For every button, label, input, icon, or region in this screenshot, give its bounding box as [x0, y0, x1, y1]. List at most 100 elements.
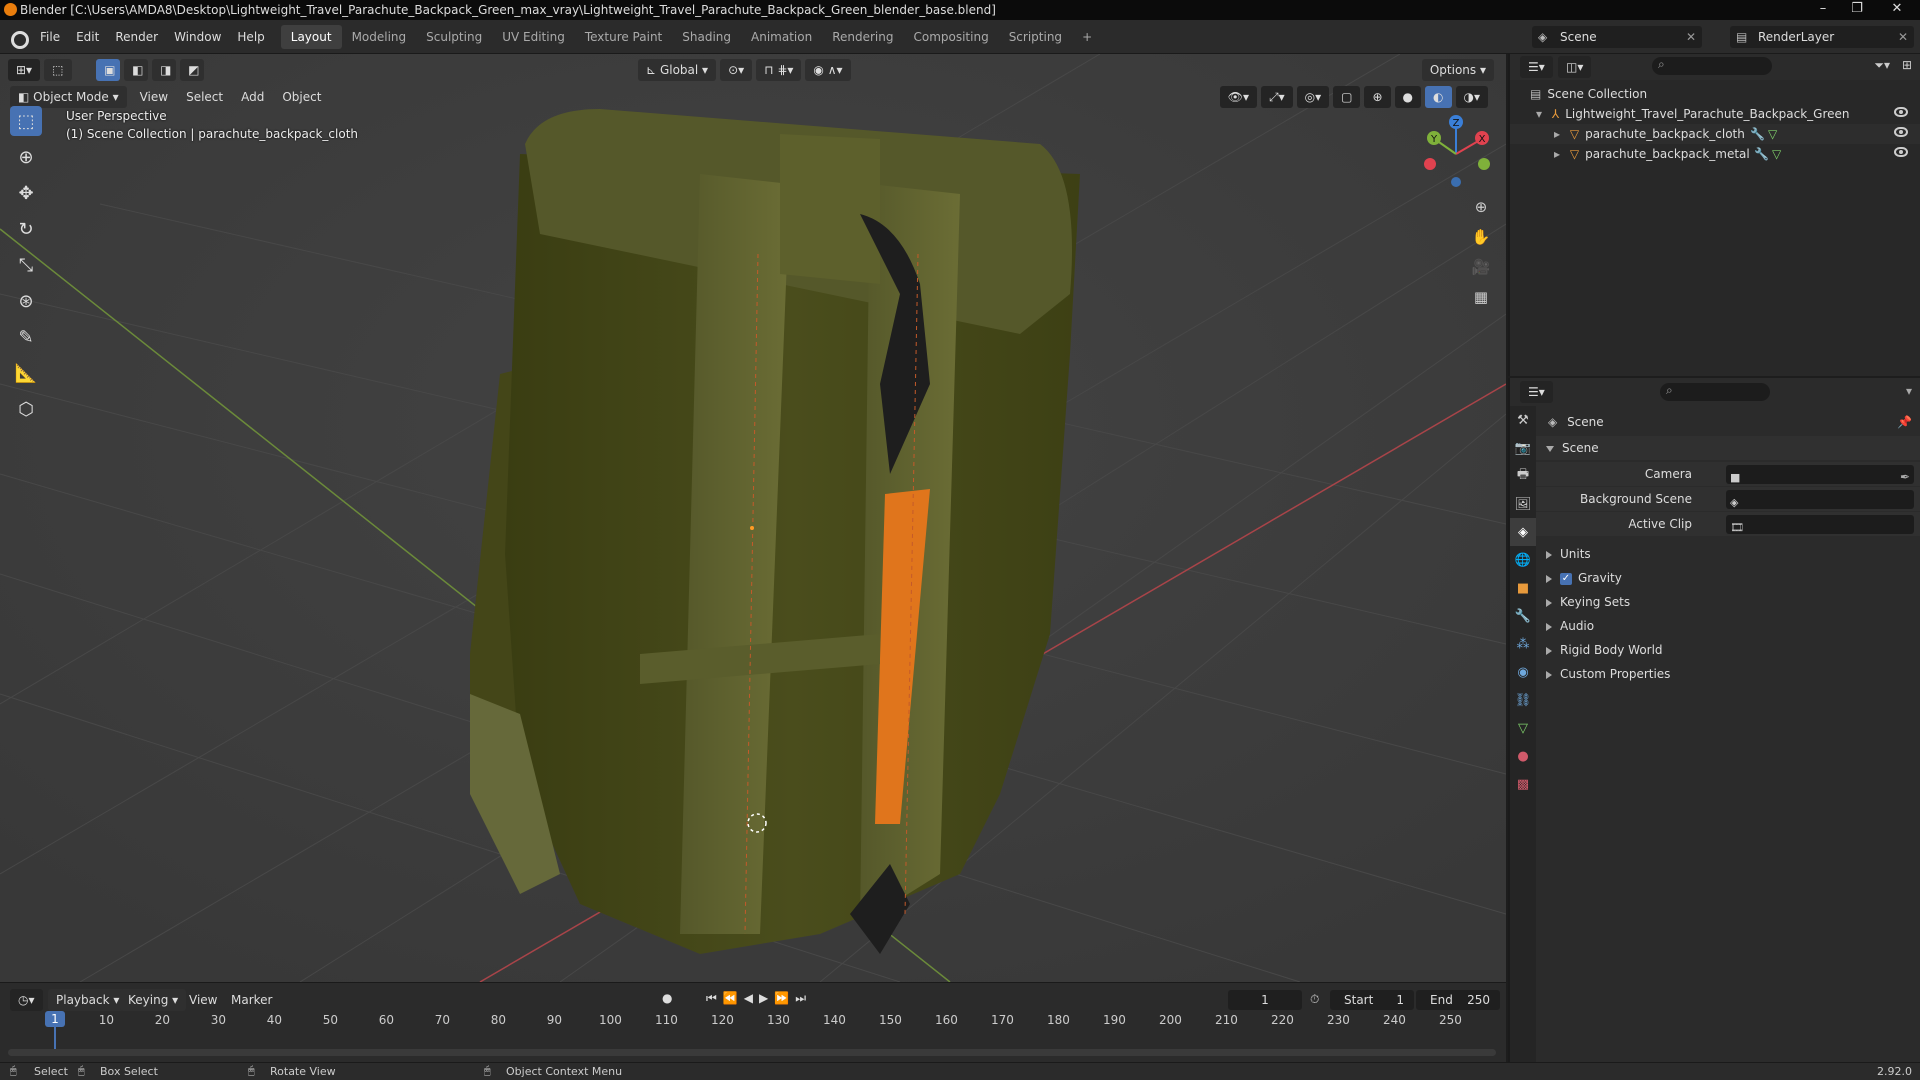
menu-window[interactable]: Window [166, 30, 229, 44]
gravity-panel-header[interactable]: ✓ Gravity [1536, 566, 1920, 590]
modifier-icon[interactable]: 🔧 [1750, 124, 1765, 144]
playhead-frame-indicator[interactable]: 1 [45, 1011, 65, 1027]
close-icon[interactable]: ✕ [1898, 26, 1908, 48]
measure-tool-icon[interactable]: 📐 [10, 358, 42, 388]
tab-compositing[interactable]: Compositing [903, 25, 998, 49]
filter-icon[interactable]: ⏷▾ [1874, 58, 1890, 73]
tab-shading[interactable]: Shading [672, 25, 741, 49]
pan-view-icon[interactable]: ✋ [1468, 224, 1494, 250]
perspective-toggle-icon[interactable]: ▦ [1468, 284, 1494, 310]
select-mode-invert-icon[interactable]: ◩ [180, 59, 205, 81]
expand-chevron-icon[interactable]: ▸ [1554, 147, 1560, 161]
output-tab-icon[interactable]: 🖶 [1510, 462, 1536, 490]
view-menu[interactable]: View [131, 90, 177, 104]
add-cube-tool-icon[interactable]: ⬡ [10, 394, 42, 424]
proportional-edit-icon[interactable]: ◉ ∧▾ [805, 59, 851, 81]
prev-keyframe-icon[interactable]: ⏪ [723, 991, 738, 1006]
scene-panel-header[interactable]: Scene [1536, 436, 1920, 460]
record-keyframe-icon[interactable]: ● [662, 991, 672, 1005]
play-icon[interactable]: ▶ [759, 991, 768, 1006]
outliner-search-input[interactable]: ⌕ [1652, 57, 1772, 75]
world-tab-icon[interactable]: 🌐 [1510, 546, 1536, 574]
active-clip-field[interactable]: 🎞 [1726, 515, 1914, 534]
material-tab-icon[interactable]: ● [1510, 742, 1536, 770]
outliner-object-row[interactable]: ▸ ▽ parachute_backpack_cloth 🔧 ▽ [1510, 124, 1920, 144]
mesh-data-icon[interactable]: ▽ [1768, 124, 1777, 144]
add-menu[interactable]: Add [232, 90, 273, 104]
gravity-checkbox[interactable]: ✓ [1560, 572, 1572, 585]
3d-viewport[interactable]: ⊞▾ ⬚ ▣ ◧ ◨ ◩ ⊾ Global ▾ ⊙▾ ⊓ ⋕▾ ◉ ∧▾ Opt… [0, 54, 1506, 982]
chevron-down-icon[interactable]: ▾ [1906, 384, 1912, 398]
tab-layout[interactable]: Layout [280, 24, 342, 49]
camera-field[interactable]: ■ ✒ [1726, 465, 1914, 484]
tab-sculpting[interactable]: Sculpting [416, 25, 492, 49]
xray-toggle-icon[interactable]: ▢ [1333, 86, 1361, 108]
scene-selector[interactable]: ◈ Scene ✕ [1532, 26, 1702, 48]
select-tool-icon[interactable]: ⬚ [44, 59, 73, 81]
mesh-data-icon[interactable]: ▽ [1772, 144, 1781, 164]
properties-editor-type-icon[interactable]: ☰▾ [1520, 381, 1553, 403]
select-box-tool-icon[interactable]: ⬚ [10, 106, 42, 136]
jump-end-icon[interactable]: ⏭ [795, 991, 806, 1006]
tab-texture-paint[interactable]: Texture Paint [575, 25, 672, 49]
display-mode-icon[interactable]: ◫▾ [1558, 56, 1592, 78]
visibility-eye-icon[interactable] [1894, 127, 1908, 137]
tab-uv-editing[interactable]: UV Editing [492, 25, 575, 49]
rotate-tool-icon[interactable]: ↻ [10, 214, 42, 244]
timeline-scrollbar[interactable] [8, 1049, 1496, 1056]
collapse-chevron-icon[interactable]: ▾ [1536, 107, 1542, 121]
data-tab-icon[interactable]: ▽ [1510, 714, 1536, 742]
tab-animation[interactable]: Animation [741, 25, 822, 49]
pin-icon[interactable]: 📌 [1897, 410, 1912, 434]
rigid-body-world-panel-header[interactable]: Rigid Body World [1536, 638, 1920, 662]
cursor-tool-icon[interactable]: ⊕ [10, 142, 42, 172]
expand-chevron-icon[interactable]: ▸ [1554, 127, 1560, 141]
tab-rendering[interactable]: Rendering [822, 25, 903, 49]
navigation-gizmo[interactable]: Z X Y [1416, 112, 1496, 192]
keying-sets-panel-header[interactable]: Keying Sets [1536, 590, 1920, 614]
close-button[interactable]: ✕ [1874, 0, 1920, 20]
select-menu[interactable]: Select [177, 90, 232, 104]
view-layer-selector[interactable]: ▤ RenderLayer ✕ [1730, 26, 1914, 48]
editor-type-icon[interactable]: ⊞▾ [8, 59, 41, 81]
modifier-icon[interactable]: 🔧 [1754, 144, 1769, 164]
maximize-button[interactable]: ❐ [1840, 0, 1874, 20]
menu-edit[interactable]: Edit [68, 30, 107, 44]
rendered-shading-icon[interactable]: ◑▾ [1455, 86, 1488, 108]
stopwatch-icon[interactable]: ⏱ [1310, 992, 1319, 1007]
particles-tab-icon[interactable]: ⁂ [1510, 630, 1536, 658]
blender-logo-icon[interactable] [8, 28, 29, 49]
gizmo-toggle-icon[interactable]: ⤢▾ [1261, 86, 1293, 108]
overlay-toggle-icon[interactable]: ◎▾ [1296, 86, 1330, 108]
material-shading-icon[interactable]: ◐ [1425, 86, 1452, 108]
tool-tab-icon[interactable]: ⚒ [1510, 406, 1536, 434]
snap-icon[interactable]: ⊓ ⋕▾ [756, 59, 802, 81]
mode-dropdown[interactable]: ◧ Object Mode ▾ [10, 86, 127, 108]
outliner-collection-row[interactable]: ▾ ⅄ Lightweight_Travel_Parachute_Backpack… [1510, 104, 1920, 124]
wireframe-shading-icon[interactable]: ⊕ [1364, 86, 1391, 108]
texture-tab-icon[interactable]: ▩ [1510, 770, 1536, 798]
object-menu[interactable]: Object [273, 90, 330, 104]
modifier-tab-icon[interactable]: 🔧 [1510, 602, 1536, 630]
audio-panel-header[interactable]: Audio [1536, 614, 1920, 638]
solid-shading-icon[interactable]: ● [1394, 86, 1422, 108]
jump-start-icon[interactable]: ⏮ [706, 991, 717, 1006]
menu-help[interactable]: Help [229, 30, 272, 44]
menu-file[interactable]: File [32, 30, 68, 44]
outliner-editor-type-icon[interactable]: ☰▾ [1520, 56, 1553, 78]
menu-render[interactable]: Render [107, 30, 166, 44]
object-tab-icon[interactable]: ■ [1510, 574, 1536, 602]
new-collection-icon[interactable]: ⊞ [1902, 58, 1912, 72]
transform-tool-icon[interactable]: ⊛ [10, 286, 42, 316]
transform-orientation-dropdown[interactable]: ⊾ Global ▾ [638, 59, 717, 81]
pivot-point-icon[interactable]: ⊙▾ [720, 59, 753, 81]
camera-view-icon[interactable]: 🎥 [1468, 254, 1494, 280]
custom-properties-panel-header[interactable]: Custom Properties [1536, 662, 1920, 686]
render-tab-icon[interactable]: 📷 [1510, 434, 1536, 462]
units-panel-header[interactable]: Units [1536, 542, 1920, 566]
zoom-view-icon[interactable]: ⊕ [1468, 194, 1494, 220]
outliner-object-row[interactable]: ▸ ▽ parachute_backpack_metal 🔧 ▽ [1510, 144, 1920, 164]
eyedropper-icon[interactable]: ✒ [1900, 465, 1910, 489]
move-tool-icon[interactable]: ✥ [10, 178, 42, 208]
marker-menu[interactable]: Marker [222, 993, 281, 1007]
